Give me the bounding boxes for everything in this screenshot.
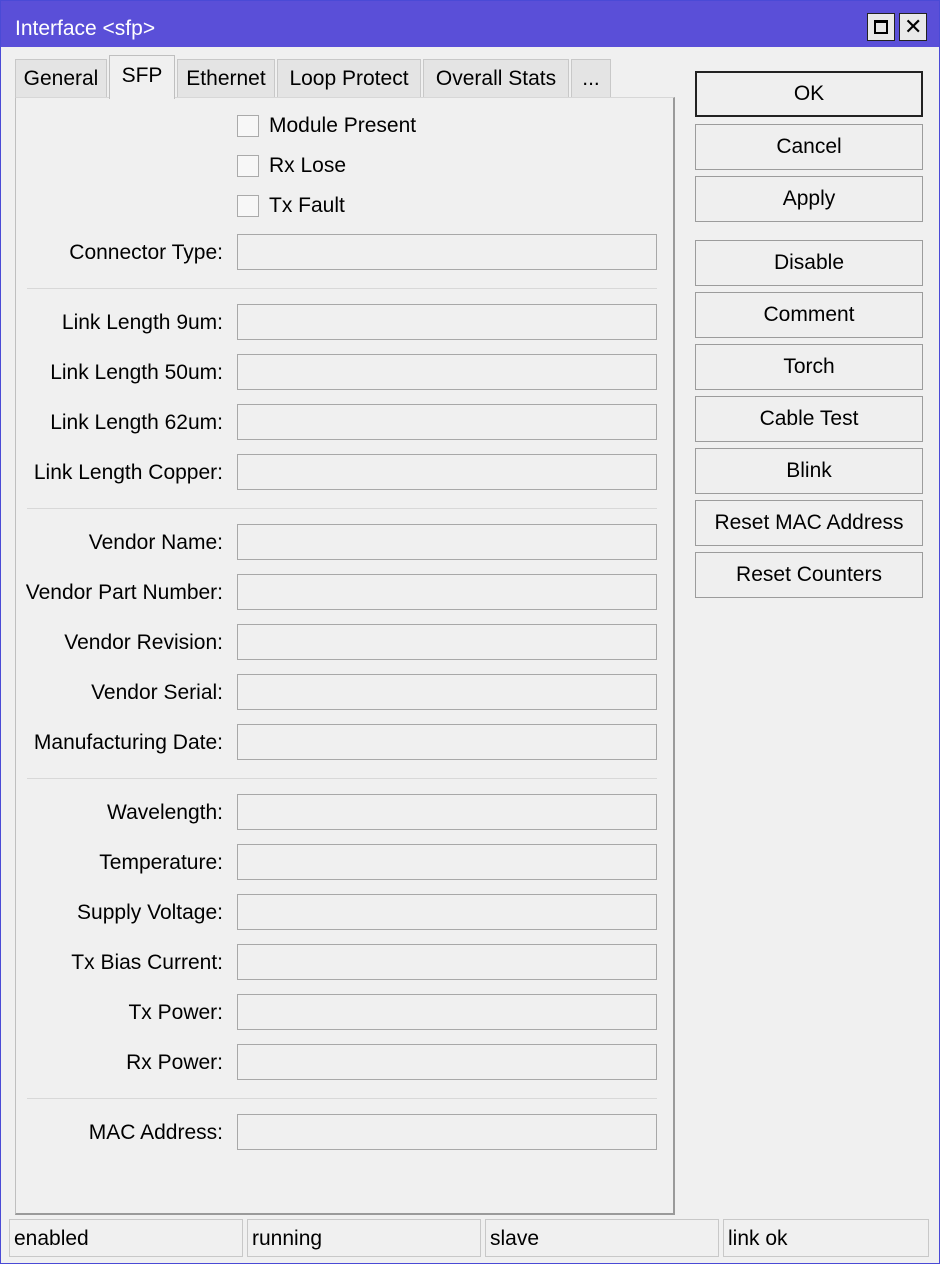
temperature-field[interactable] bbox=[237, 844, 657, 880]
tx-bias-current-label: Tx Bias Current: bbox=[71, 951, 223, 974]
vendor-serial-field[interactable] bbox=[237, 674, 657, 710]
title-bar[interactable]: Interface <sfp> ✕ bbox=[1, 1, 939, 47]
rx-power-label: Rx Power: bbox=[126, 1051, 223, 1074]
close-button[interactable]: ✕ bbox=[899, 13, 927, 41]
interface-window: Interface <sfp> ✕ General SFP Ethernet L… bbox=[0, 0, 940, 1264]
rx-lose-label: Rx Lose bbox=[269, 154, 347, 177]
torch-button[interactable]: Torch bbox=[695, 344, 923, 390]
status-running: running bbox=[247, 1219, 481, 1257]
wavelength-label: Wavelength: bbox=[107, 801, 223, 824]
mac-address-label: MAC Address: bbox=[88, 1121, 223, 1144]
connector-type-label: Connector Type: bbox=[69, 241, 223, 264]
link-length-62um-field[interactable] bbox=[237, 404, 657, 440]
cancel-button[interactable]: Cancel bbox=[695, 124, 923, 170]
tx-bias-current-field[interactable] bbox=[237, 944, 657, 980]
maximize-button[interactable] bbox=[867, 13, 895, 41]
temperature-label: Temperature: bbox=[99, 851, 223, 874]
vendor-revision-field[interactable] bbox=[237, 624, 657, 660]
tab-more[interactable]: ... bbox=[571, 59, 611, 97]
connector-type-field[interactable] bbox=[237, 234, 657, 270]
separator bbox=[27, 1098, 657, 1099]
apply-button[interactable]: Apply bbox=[695, 176, 923, 222]
comment-button[interactable]: Comment bbox=[695, 292, 923, 338]
close-icon: ✕ bbox=[904, 14, 923, 39]
reset-mac-address-button[interactable]: Reset MAC Address bbox=[695, 500, 923, 546]
vendor-name-field[interactable] bbox=[237, 524, 657, 560]
link-length-62um-label: Link Length 62um: bbox=[50, 411, 223, 434]
link-length-50um-label: Link Length 50um: bbox=[50, 361, 223, 384]
separator bbox=[27, 288, 657, 289]
vendor-serial-label: Vendor Serial: bbox=[91, 681, 223, 704]
tab-overall-stats[interactable]: Overall Stats bbox=[423, 59, 569, 97]
tx-power-label: Tx Power: bbox=[128, 1001, 223, 1024]
manufacturing-date-field[interactable] bbox=[237, 724, 657, 760]
module-present-label: Module Present bbox=[269, 114, 417, 137]
vendor-part-number-field[interactable] bbox=[237, 574, 657, 610]
module-present-checkbox[interactable] bbox=[237, 115, 259, 137]
supply-voltage-field[interactable] bbox=[237, 894, 657, 930]
supply-voltage-label: Supply Voltage: bbox=[77, 901, 223, 924]
ok-button[interactable]: OK bbox=[695, 71, 923, 117]
separator bbox=[27, 508, 657, 509]
rx-lose-checkbox[interactable] bbox=[237, 155, 259, 177]
tab-ethernet[interactable]: Ethernet bbox=[177, 59, 275, 97]
status-enabled: enabled bbox=[9, 1219, 243, 1257]
vendor-name-label: Vendor Name: bbox=[88, 531, 223, 554]
tab-general[interactable]: General bbox=[15, 59, 107, 97]
tab-sfp[interactable]: SFP bbox=[109, 55, 175, 99]
link-length-9um-label: Link Length 9um: bbox=[61, 311, 223, 334]
link-length-copper-field[interactable] bbox=[237, 454, 657, 490]
separator bbox=[27, 778, 657, 779]
tx-power-field[interactable] bbox=[237, 994, 657, 1030]
tx-fault-checkbox[interactable] bbox=[237, 195, 259, 217]
reset-counters-button[interactable]: Reset Counters bbox=[695, 552, 923, 598]
maximize-icon bbox=[874, 20, 888, 34]
status-slave: slave bbox=[485, 1219, 719, 1257]
disable-button[interactable]: Disable bbox=[695, 240, 923, 286]
link-length-copper-label: Link Length Copper: bbox=[33, 461, 223, 484]
wavelength-field[interactable] bbox=[237, 794, 657, 830]
rx-power-field[interactable] bbox=[237, 1044, 657, 1080]
tx-fault-label: Tx Fault bbox=[269, 194, 345, 217]
link-length-50um-field[interactable] bbox=[237, 354, 657, 390]
vendor-revision-label: Vendor Revision: bbox=[64, 631, 223, 654]
mac-address-field[interactable] bbox=[237, 1114, 657, 1150]
tab-loop-protect[interactable]: Loop Protect bbox=[277, 59, 421, 97]
blink-button[interactable]: Blink bbox=[695, 448, 923, 494]
cable-test-button[interactable]: Cable Test bbox=[695, 396, 923, 442]
manufacturing-date-label: Manufacturing Date: bbox=[33, 731, 223, 754]
link-length-9um-field[interactable] bbox=[237, 304, 657, 340]
status-link: link ok bbox=[723, 1219, 929, 1257]
window-title: Interface <sfp> bbox=[15, 17, 156, 40]
vendor-part-number-label: Vendor Part Number: bbox=[25, 581, 223, 604]
